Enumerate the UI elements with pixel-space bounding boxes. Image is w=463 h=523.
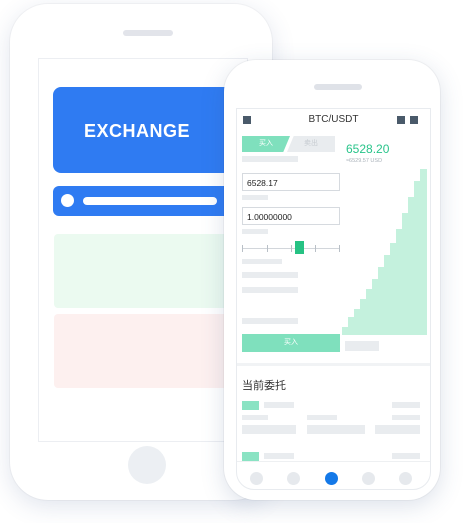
nav-assets-icon[interactable]	[362, 472, 375, 485]
placeholder-bar	[242, 318, 298, 324]
slider-thumb[interactable]	[295, 241, 304, 254]
placeholder-bar	[264, 402, 294, 408]
placeholder-bar	[242, 425, 296, 434]
placeholder-bar	[242, 415, 268, 420]
speaker-grill	[123, 30, 173, 36]
nav-market-icon[interactable]	[287, 472, 300, 485]
top-bar: BTC/USDT	[237, 109, 430, 131]
placeholder-bar	[307, 425, 365, 434]
placeholder-bar	[392, 415, 420, 420]
placeholder-bar	[264, 453, 294, 459]
placeholder-bar	[345, 341, 379, 351]
search-input[interactable]	[83, 197, 217, 205]
placeholder-bar	[242, 287, 298, 293]
depth-area	[342, 169, 427, 335]
tab-buy[interactable]: 买入	[242, 136, 290, 152]
pink-panel[interactable]	[54, 314, 231, 388]
speaker-grill	[314, 84, 362, 90]
price-input[interactable]: 6528.17	[242, 173, 340, 191]
search-bar[interactable]	[53, 186, 231, 216]
placeholder-bar	[307, 415, 337, 420]
current-orders-title: 当前委托	[242, 380, 286, 392]
placeholder-bar	[375, 425, 420, 434]
exchange-banner[interactable]: EXCHANGE	[53, 87, 231, 173]
slider-tick	[339, 245, 340, 252]
back-phone-screen: EXCHANGE	[38, 58, 248, 442]
buy-button[interactable]: 买入	[242, 334, 340, 352]
front-phone: BTC/USDT 买入 卖出 6528.20 ≈6529.57 USD 6528…	[224, 60, 440, 500]
section-divider	[237, 363, 430, 366]
green-panel[interactable]	[54, 234, 231, 308]
placeholder-bar	[242, 229, 268, 234]
placeholder-bar	[242, 156, 298, 162]
placeholder-bar	[242, 259, 282, 264]
exchange-title: EXCHANGE	[83, 121, 190, 141]
nav-profile-icon[interactable]	[399, 472, 412, 485]
slider-tick	[242, 245, 243, 252]
last-price: 6528.20	[346, 142, 390, 156]
trading-screen: BTC/USDT 买入 卖出 6528.20 ≈6529.57 USD 6528…	[236, 108, 431, 490]
placeholder-bar	[242, 272, 298, 278]
slider-tick	[315, 245, 316, 252]
placeholder-bar	[392, 402, 420, 408]
slider-tick	[291, 245, 292, 252]
tab-sell[interactable]: 卖出	[287, 136, 335, 152]
order-type-tag	[242, 452, 259, 461]
order-type-tag	[242, 401, 259, 410]
depth-chart	[342, 169, 427, 335]
nav-trade-icon[interactable]	[325, 472, 338, 485]
slider-tick	[267, 245, 268, 252]
search-icon	[61, 194, 74, 207]
converted-price: ≈6529.57 USD	[346, 158, 383, 164]
chart-icon[interactable]	[397, 116, 405, 124]
amount-input[interactable]: 1.00000000	[242, 207, 340, 225]
home-button[interactable]	[128, 446, 166, 484]
nav-home-icon[interactable]	[250, 472, 263, 485]
placeholder-bar	[242, 195, 268, 200]
placeholder-bar	[392, 453, 420, 459]
more-icon[interactable]	[410, 116, 418, 124]
bottom-nav	[237, 461, 430, 489]
